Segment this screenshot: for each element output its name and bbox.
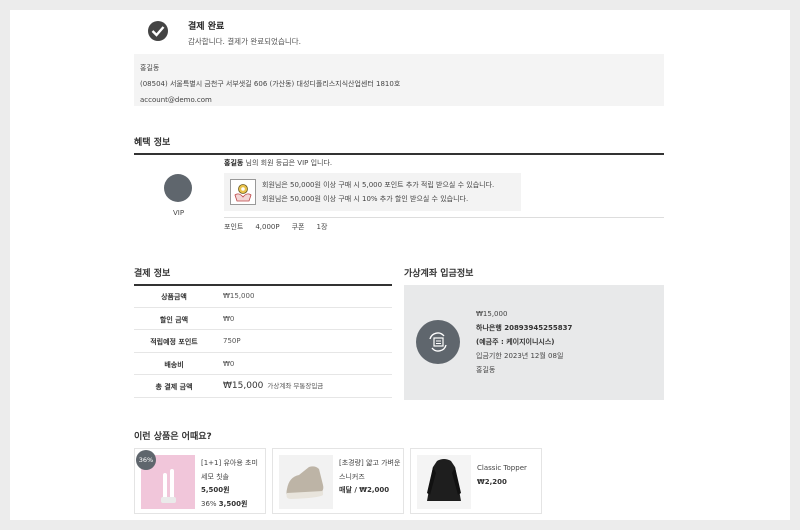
recipient-name: 홍길동 — [140, 64, 160, 72]
grade-label: VIP — [173, 209, 185, 217]
coupon-label: 쿠폰 — [291, 223, 305, 231]
grade-message-text: 님의 회원 등급은 VIP 입니다. — [243, 159, 333, 167]
product-info: [1+1] 유아용 초미세모 칫솔 5,500원 36% 3,500원 — [201, 457, 263, 511]
recommend-title: 이런 상품은 어때요? — [134, 432, 212, 442]
row-label: 할인 금액 — [159, 315, 189, 324]
points-coupon-summary: 포인트 4,000P 쿠폰 1장 — [224, 222, 339, 232]
payment-complete-message: 감사합니다. 결제가 완료되었습니다. — [188, 37, 302, 46]
points-label: 포인트 — [224, 223, 244, 231]
grade-badge-icon — [164, 174, 192, 202]
discount-badge: 36% — [136, 450, 156, 470]
depositor-name: 홍길동 — [476, 366, 496, 374]
product-image[interactable] — [417, 455, 471, 509]
bank-account[interactable]: 하나은행 20893945255837 — [476, 321, 572, 335]
table-row: 적립예정 포인트 750P — [134, 330, 392, 353]
deposit-deadline: 입금기한 2023년 12월 08일 — [476, 352, 564, 360]
virtual-account-box: ₩15,000 하나은행 20893945255837 (예금주 : 케이지이니… — [404, 285, 664, 400]
row-label: 적립예정 포인트 — [150, 338, 198, 346]
coupon-value: 1장 — [316, 223, 328, 231]
check-circle-icon — [148, 21, 168, 41]
discount-rate: 36% — [201, 499, 217, 508]
total-value: ₩15,000 — [223, 381, 264, 391]
total-value-wrap: ₩15,000 가상계좌 무통장입금 — [223, 380, 323, 391]
product-card[interactable]: Classic Topper ₩2,200 — [410, 448, 542, 514]
recipient-email: account@demo.com — [140, 96, 212, 104]
payment-complete-header: 결제 완료 감사합니다. 결제가 완료되었습니다. — [148, 19, 648, 59]
grade-message: 홍길동 님의 회원 등급은 VIP 입니다. — [224, 158, 332, 168]
row-label: 배송비 — [164, 360, 184, 369]
payment-method-note: 가상계좌 무통장입금 — [267, 382, 324, 390]
payment-table: 상품금액 ₩15,000 할인 금액 ₩0 적립예정 포인트 750P 배송비 … — [134, 285, 392, 398]
bank-transfer-icon — [416, 320, 460, 364]
row-value: ₩15,000 — [223, 292, 255, 300]
total-row: 총 결제 금액 ₩15,000 가상계좌 무통장입금 — [134, 375, 392, 398]
total-label: 총 결제 금액 — [155, 383, 193, 391]
table-row: 배송비 ₩0 — [134, 353, 392, 375]
product-card[interactable]: 36% [1+1] 유아용 초미세모 칫솔 5,500원 36% 3,500원 — [134, 448, 266, 514]
benefit-divider — [224, 217, 664, 218]
section-divider — [134, 153, 664, 155]
member-name: 홍길동 — [224, 159, 244, 167]
row-value: 750P — [223, 337, 241, 345]
table-row: 할인 금액 ₩0 — [134, 308, 392, 330]
account-holder: (예금주 : 케이지이니시스) — [476, 338, 555, 346]
product-sale-price: 36% 3,500원 — [201, 498, 263, 512]
product-info: Classic Topper ₩2,200 — [477, 462, 539, 489]
payment-complete-title: 결제 완료 — [188, 22, 225, 32]
benefit-detail-box: 회원님은 50,000원 이상 구매 시 5,000 포인트 추가 적립 받으실… — [224, 173, 521, 211]
row-label: 상품금액 — [161, 293, 187, 301]
benefit-line-points: 회원님은 50,000원 이상 구매 시 5,000 포인트 추가 적립 받으실… — [262, 181, 495, 189]
product-name[interactable]: [1+1] 유아용 초미세모 칫솔 — [201, 457, 263, 484]
benefit-line-discount: 회원님은 50,000원 이상 구매 시 10% 추가 할인 받으실 수 있습니… — [262, 195, 469, 203]
product-price: 5,500원 — [201, 486, 230, 494]
table-row: 상품금액 ₩15,000 — [134, 285, 392, 308]
deposit-amount: ₩15,000 — [476, 310, 508, 318]
product-card[interactable]: [초경량] 얇고 가벼운 스니커즈 매달 / ₩2,000 — [272, 448, 404, 514]
product-price: ₩2,200 — [477, 477, 507, 486]
shipping-address-box: 홍길동 (08504) 서울특별시 금천구 서부샛길 606 (가산동) 대성디… — [134, 54, 664, 106]
row-value: ₩0 — [223, 359, 235, 368]
address-line: (08504) 서울특별시 금천구 서부샛길 606 (가산동) 대성디폴리스지… — [140, 80, 401, 88]
product-image[interactable] — [279, 455, 333, 509]
sale-price: 3,500원 — [218, 499, 248, 508]
order-complete-page: 결제 완료 감사합니다. 결제가 완료되었습니다. 홍길동 (08504) 서울… — [10, 10, 790, 520]
product-name[interactable]: [초경량] 얇고 가벼운 스니커즈 — [339, 457, 401, 484]
virtual-account-details: ₩15,000 하나은행 20893945255837 (예금주 : 케이지이니… — [476, 307, 572, 377]
product-price: 매달 / ₩2,000 — [339, 486, 390, 494]
benefit-section-title: 혜택 정보 — [134, 138, 171, 148]
points-value: 4,000P — [255, 223, 280, 231]
product-info: [초경량] 얇고 가벼운 스니커즈 매달 / ₩2,000 — [339, 457, 401, 498]
row-value: ₩0 — [223, 314, 235, 323]
product-name[interactable]: Classic Topper — [477, 462, 539, 476]
benefit-gift-icon — [230, 179, 256, 205]
virtual-account-section-title: 가상계좌 입금정보 — [404, 269, 474, 279]
payment-section-title: 결제 정보 — [134, 269, 171, 279]
